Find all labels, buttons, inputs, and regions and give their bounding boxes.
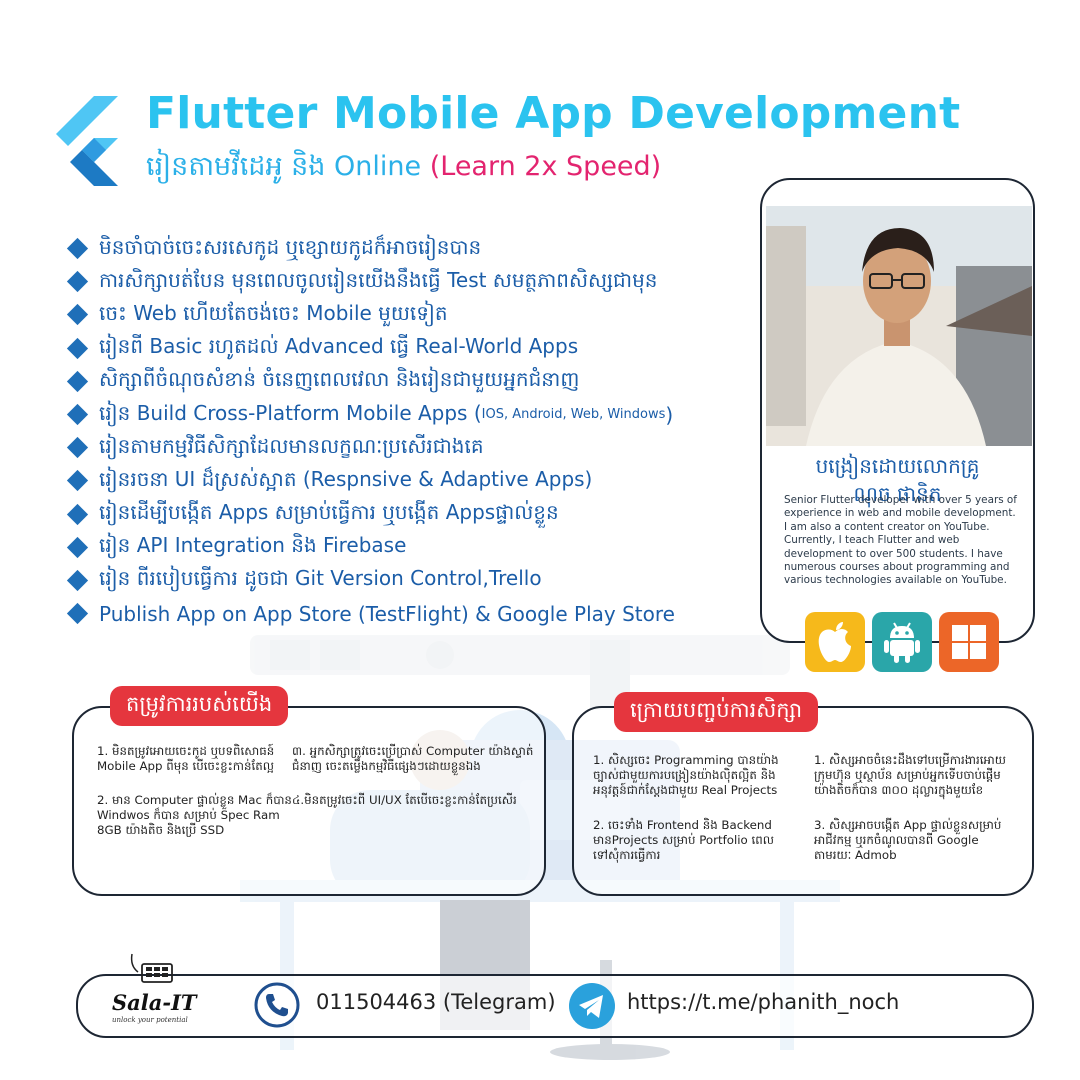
page-title: Flutter Mobile App Development — [146, 88, 961, 139]
outcome-item: 1. សិស្សអាចចំនេះដឹងទៅបម្រើការងារអោយក្រុម… — [814, 753, 1006, 798]
requirement-item: ៤.មិនតម្រូវចេះពី UI/UX តែបើចេះខ្លះកាន់តែ… — [292, 793, 517, 807]
diamond-bullet-icon — [66, 403, 89, 426]
instructor-bio: Senior Flutter developer with over 5 yea… — [784, 494, 1017, 587]
outcome-item: 1. សិស្សចេះ Programming បានយ៉ាងច្បាស់ជាម… — [593, 753, 779, 798]
diamond-bullet-icon — [66, 603, 89, 625]
feature-item: រៀនរចនា UI ដ៏ស្រស់ស្អាត (Respnsive & Ada… — [66, 464, 750, 497]
platform-icons — [805, 612, 999, 672]
page-subtitle: រៀនតាមវីដេអូ និង Online (Learn 2x Speed) — [146, 150, 661, 189]
diamond-bullet-icon — [66, 569, 89, 592]
instructor-photo — [766, 206, 1032, 446]
subtitle-accent: (Learn 2x Speed) — [429, 151, 662, 182]
feature-item: ការសិក្សាបត់បែន មុនពេលចូលរៀនយើងនឹងធ្វើ T… — [66, 265, 750, 298]
feature-item: រៀនពី Basic រហូតដល់ Advanced ធ្វើ Real-W… — [66, 332, 750, 365]
diamond-bullet-icon — [66, 237, 89, 260]
feature-text: រៀនតាមកម្មវិធីសិក្សាដែលមានលក្ខណៈប្រសើរជា… — [99, 433, 484, 458]
apple-icon — [805, 612, 865, 672]
requirements-title: តម្រូវការរបស់យើង — [110, 686, 289, 726]
feature-text: Publish App on App Store (TestFlight) & … — [99, 601, 675, 626]
feature-item: រៀនដើម្បីបង្កើត Apps សម្រាប់ធ្វើការ ឬបង្… — [66, 498, 750, 531]
brand-name: Sala-IT — [112, 990, 197, 1015]
android-icon — [872, 612, 932, 672]
phone-number[interactable]: 011504463 (Telegram) — [316, 990, 556, 1014]
feature-text: រៀនរចនា UI ដ៏ស្រស់ស្អាត (Respnsive & Ada… — [99, 466, 593, 491]
feature-item: មិនចាំបាច់ចេះសរសេកូដ ឬខ្សោយកូដក៏អាចរៀនបា… — [66, 232, 750, 265]
feature-item: Publish App on App Store (TestFlight) & … — [66, 597, 750, 630]
diamond-bullet-icon — [66, 370, 89, 392]
windows-icon — [939, 612, 999, 672]
feature-text: ចេះ Web ហើយតែចង់ចេះ Mobile មួយទៀត — [99, 300, 448, 325]
requirement-item: 1. មិនតម្រូវអោយចេះកូដ ឬបទពិសោធន៍ Mobile … — [97, 744, 275, 774]
diamond-bullet-icon — [66, 437, 89, 459]
diamond-bullet-icon — [66, 271, 89, 293]
diamond-bullet-icon — [66, 503, 89, 525]
feature-text: រៀន Build Cross-Platform Mobile Apps ( — [99, 400, 482, 425]
requirement-item: 2. មាន Computer ផ្ទាល់ខ្លួន Mac ក៏បាន Wi… — [97, 793, 292, 838]
diamond-bullet-icon — [66, 304, 89, 326]
subtitle-main: រៀនតាមវីដេអូ និង Online — [146, 151, 422, 182]
requirement-item: ៣. អ្នកសិក្សាត្រូវចេះប្រើប្រាស់ Computer… — [292, 744, 534, 774]
feature-text: រៀន API Integration និង Firebase — [99, 533, 407, 558]
outcomes-box — [572, 706, 1034, 896]
feature-text-tail: ) — [665, 402, 674, 427]
feature-item: រៀន API Integration និង Firebase — [66, 531, 750, 564]
instructor-name-line1: បង្រៀនដោយលោកគ្រូ — [815, 454, 980, 478]
brand-tagline: unlock your potential — [112, 1016, 188, 1024]
feature-text: មិនចាំបាច់ចេះសរសេកូដ ឬខ្សោយកូដក៏អាចរៀនបា… — [99, 234, 482, 259]
feature-item: សិក្សាពីចំណុចសំខាន់ ចំនេញពេលវេលា និងរៀនជ… — [66, 365, 750, 398]
instructor-card: បង្រៀនដោយលោកគ្រូ ណុច ផានិត Senior Flutte… — [760, 178, 1035, 643]
feature-text: រៀនពី Basic រហូតដល់ Advanced ធ្វើ Real-W… — [99, 334, 579, 359]
telegram-link[interactable]: https://t.me/phanith_noch — [627, 990, 899, 1014]
feature-item: រៀន Build Cross-Platform Mobile Apps (IO… — [66, 398, 750, 431]
feature-text: រៀន ពីរបៀបធ្វើការ ដូចជា Git Version Cont… — [99, 566, 542, 591]
diamond-bullet-icon — [66, 337, 89, 359]
feature-platforms-small: IOS, Android, Web, Windows — [481, 407, 666, 423]
diamond-bullet-icon — [66, 470, 89, 492]
diamond-bullet-icon — [66, 536, 89, 558]
outcome-item: 3. សិស្សអាចបង្កើត App ផ្ទាល់ខ្លួនសម្រាប់… — [814, 818, 1002, 863]
feature-text: ការសិក្សាបត់បែន មុនពេលចូលរៀនយើងនឹងធ្វើ T… — [99, 267, 658, 292]
outcomes-title: ក្រោយបញ្ចប់ការសិក្សា — [614, 692, 819, 732]
flutter-logo-icon — [56, 96, 118, 186]
feature-item: រៀន ពីរបៀបធ្វើការ ដូចជា Git Version Cont… — [66, 564, 750, 597]
feature-list: មិនចាំបាច់ចេះសរសេកូដ ឬខ្សោយកូដក៏អាចរៀនបា… — [66, 232, 750, 630]
outcome-item: 2. ចេះទាំង Frontend និង Backend មានProje… — [593, 818, 774, 863]
sala-it-laptop-icon — [130, 953, 173, 983]
telegram-icon — [569, 983, 615, 1029]
phone-icon — [254, 982, 300, 1028]
feature-item: រៀនតាមកម្មវិធីសិក្សាដែលមានលក្ខណៈប្រសើរជា… — [66, 431, 750, 464]
brand-logo: Sala-IT unlock your potential — [112, 990, 197, 1024]
feature-text: រៀនដើម្បីបង្កើត Apps សម្រាប់ធ្វើការ ឬបង្… — [99, 500, 559, 525]
feature-item: ចេះ Web ហើយតែចង់ចេះ Mobile មួយទៀត — [66, 298, 750, 331]
feature-text: សិក្សាពីចំណុចសំខាន់ ចំនេញពេលវេលា និងរៀនជ… — [99, 367, 580, 392]
